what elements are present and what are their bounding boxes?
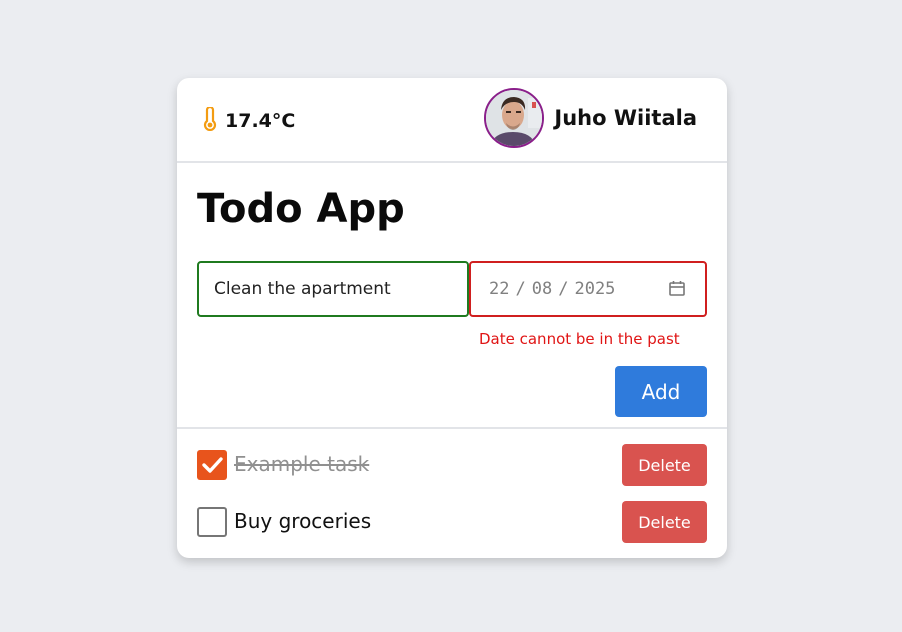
todo-item: Example task Delete bbox=[197, 444, 707, 486]
todo-text-input[interactable] bbox=[197, 261, 469, 317]
date-separator: / bbox=[558, 279, 569, 299]
weather-widget: 17.4°C bbox=[203, 105, 296, 136]
temperature-value: 17.4°C bbox=[225, 110, 296, 132]
thermometer-icon bbox=[203, 105, 217, 135]
todo-checkbox[interactable] bbox=[197, 450, 227, 480]
todo-item: Buy groceries Delete bbox=[197, 501, 707, 543]
delete-button[interactable]: Delete bbox=[622, 501, 707, 543]
todo-text: Buy groceries bbox=[234, 509, 372, 533]
date-year: 2025 bbox=[574, 279, 616, 299]
todo-text: Example task bbox=[234, 452, 370, 476]
date-month: 08 bbox=[531, 279, 553, 299]
app-header: 17.4°C Juho Wiitala bbox=[177, 78, 727, 163]
page-title: Todo App bbox=[197, 186, 405, 232]
date-separator: / bbox=[515, 279, 526, 299]
todo-checkbox[interactable] bbox=[197, 507, 227, 537]
calendar-icon[interactable] bbox=[669, 280, 685, 302]
add-button[interactable]: Add bbox=[615, 366, 707, 417]
date-error-message: Date cannot be in the past bbox=[479, 330, 680, 348]
delete-button[interactable]: Delete bbox=[622, 444, 707, 486]
avatar bbox=[484, 88, 545, 148]
divider bbox=[177, 427, 727, 429]
todo-card: 17.4°C Juho Wiitala Todo App 2 bbox=[177, 78, 727, 558]
date-day: 22 bbox=[489, 279, 510, 299]
checkmark-icon bbox=[202, 457, 223, 473]
due-date-input[interactable]: 22 / 08 / 2025 bbox=[469, 261, 707, 317]
username: Juho Wiitala bbox=[554, 106, 697, 130]
user-profile: Juho Wiitala bbox=[484, 88, 697, 148]
